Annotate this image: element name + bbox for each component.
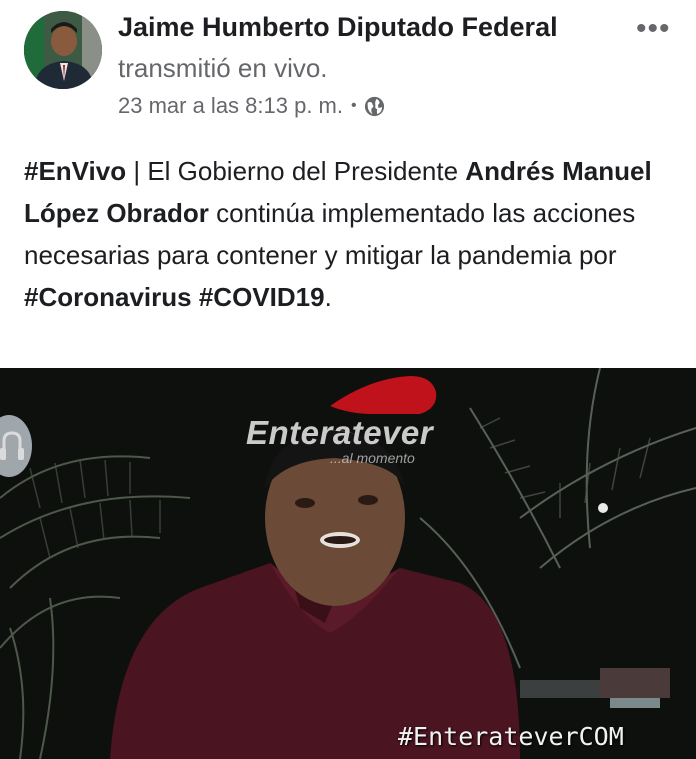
live-video[interactable]: Enteratever ...al momento #EnterateverCO… [0,368,696,759]
timestamp[interactable]: 23 mar a las 8:13 p. m. [118,93,343,119]
text-segment: . [324,282,332,312]
text-segment: | El Gobierno del Presidente [126,156,466,186]
post-text: #EnVivo | El Gobierno del Presidente And… [24,150,684,318]
watermark-tagline: ...al momento [330,450,415,466]
globe-icon [363,95,386,118]
avatar-photo [24,11,102,89]
author-name[interactable]: Jaime Humberto Diputado Federal [118,12,558,43]
watermark-hashtag: #EnterateverCOM [398,722,624,751]
meta-separator: • [351,97,357,114]
watermark-logo: Enteratever [246,414,434,451]
avatar[interactable] [24,11,102,89]
post-action: transmitió en vivo. [118,53,328,83]
post-header: Jaime Humberto Diputado Federal transmit… [0,0,696,135]
audio-icon[interactable] [0,415,32,477]
hashtag-coronavirus[interactable]: #Coronavirus [24,282,192,312]
hashtag-covid19[interactable]: #COVID19 [199,282,325,312]
text-segment [192,282,199,312]
hashtag-envivo[interactable]: #EnVivo [24,156,126,186]
post-meta: 23 mar a las 8:13 p. m. • [118,93,386,119]
more-icon[interactable]: ••• [636,12,671,46]
